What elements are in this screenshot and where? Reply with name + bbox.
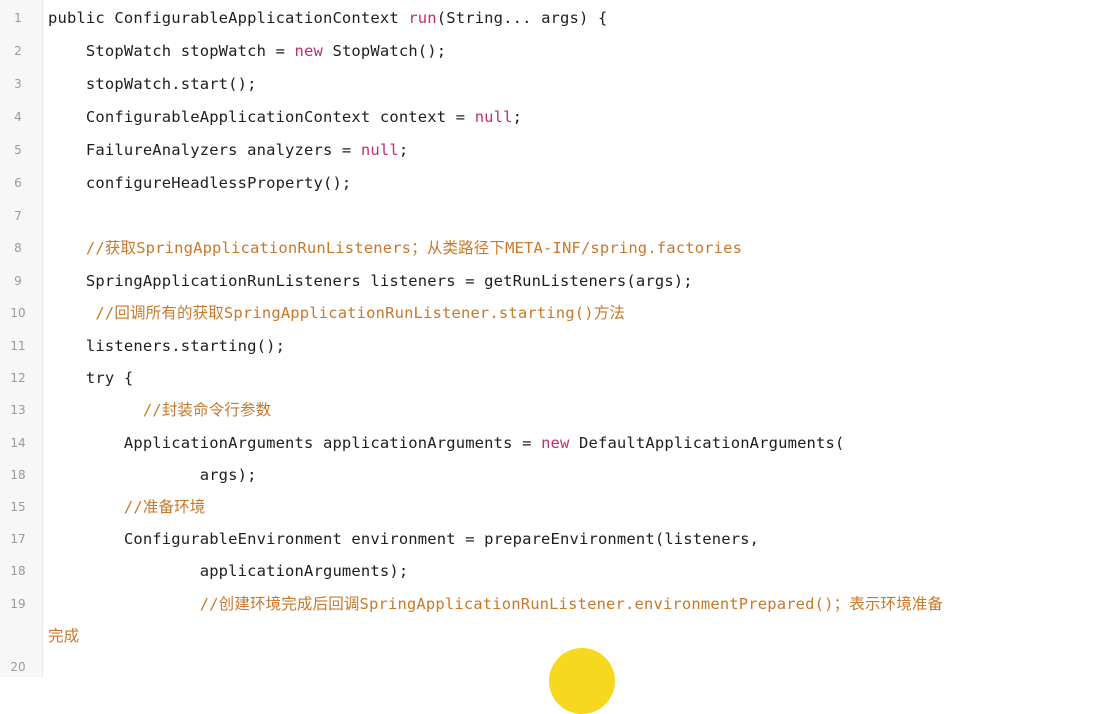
line-number: 19 <box>10 597 26 611</box>
line-number: 11 <box>10 339 26 353</box>
code-line[interactable]: 13 //封装命令行参数 <box>0 394 1115 426</box>
line-number <box>0 620 36 652</box>
code-text: args); <box>48 459 257 491</box>
code-segment: args); <box>48 466 257 484</box>
line-number: 18 <box>10 468 26 482</box>
code-line[interactable]: 5 FailureAnalyzers analyzers = null; <box>0 134 1115 166</box>
code-line[interactable]: 15 //准备环境 <box>0 491 1115 523</box>
code-text: StopWatch stopWatch = new StopWatch(); <box>48 35 446 67</box>
code-segment: StopWatch stopWatch = <box>48 42 295 60</box>
mouse-cursor-highlight <box>549 648 615 714</box>
code-segment: (String... args) { <box>436 9 608 27</box>
code-text: ConfigurableEnvironment environment = pr… <box>48 523 759 555</box>
code-line[interactable]: 18 args); <box>0 459 1115 491</box>
code-segment: SpringApplicationRunListeners listeners … <box>48 272 693 290</box>
code-line[interactable]: 3 stopWatch.start(); <box>0 68 1115 100</box>
line-number: 20 <box>10 660 26 674</box>
code-comment: //获取SpringApplicationRunListeners；从类路径下M… <box>48 239 743 257</box>
line-number: 14 <box>10 436 26 450</box>
code-segment: applicationArguments); <box>48 562 409 580</box>
line-number: 9 <box>14 274 22 288</box>
code-segment: ApplicationArguments applicationArgument… <box>48 434 542 452</box>
code-segment: ; <box>398 141 409 159</box>
code-segment: DefaultApplicationArguments( <box>569 434 845 452</box>
code-segment: configureHeadlessProperty(); <box>48 174 352 192</box>
code-segment: ConfigurableEnvironment environment = pr… <box>48 530 760 548</box>
code-line[interactable]: 6 configureHeadlessProperty(); <box>0 167 1115 199</box>
code-keyword: null <box>474 108 513 126</box>
line-number: 8 <box>14 241 22 255</box>
code-segment: FailureAnalyzers analyzers = <box>48 141 361 159</box>
code-line[interactable]: 10 //回调所有的获取SpringApplicationRunListener… <box>0 297 1115 329</box>
line-number: 2 <box>14 44 22 58</box>
code-text: FailureAnalyzers analyzers = null; <box>48 134 408 166</box>
code-comment: //创建环境完成后回调SpringApplicationRunListener.… <box>48 595 944 613</box>
code-keyword: new <box>294 42 323 60</box>
code-text: 完成 <box>48 620 79 652</box>
code-text: configureHeadlessProperty(); <box>48 167 351 199</box>
code-text: listeners.starting(); <box>48 330 285 362</box>
line-number: 3 <box>14 77 22 91</box>
code-line[interactable]: 19 //创建环境完成后回调SpringApplicationRunListen… <box>0 588 1115 620</box>
code-comment: 完成 <box>48 627 80 645</box>
code-line[interactable]: 14 ApplicationArguments applicationArgum… <box>0 427 1115 459</box>
code-segment: ; <box>512 108 523 126</box>
code-line[interactable]: 18 applicationArguments); <box>0 555 1115 587</box>
code-line[interactable]: 8 //获取SpringApplicationRunListeners；从类路径… <box>0 232 1115 264</box>
line-number: 6 <box>14 176 22 190</box>
code-line[interactable]: 9 SpringApplicationRunListeners listener… <box>0 265 1115 297</box>
code-line[interactable]: 7 <box>0 200 1115 232</box>
code-text: ConfigurableApplicationContext context =… <box>48 101 522 133</box>
code-text: try { <box>48 362 133 394</box>
code-segment: StopWatch(); <box>322 42 447 60</box>
code-segment: public ConfigurableApplicationContext <box>48 9 409 27</box>
code-text: applicationArguments); <box>48 555 408 587</box>
code-segment: stopWatch.start(); <box>48 75 257 93</box>
code-line[interactable]: 12 try { <box>0 362 1115 394</box>
line-number: 4 <box>14 110 22 124</box>
line-number: 17 <box>10 532 26 546</box>
line-number: 1 <box>14 11 22 25</box>
line-number: 15 <box>10 500 26 514</box>
code-keyword: run <box>408 9 437 27</box>
code-segment: ConfigurableApplicationContext context = <box>48 108 475 126</box>
code-text: //回调所有的获取SpringApplicationRunListener.st… <box>48 297 625 329</box>
code-line[interactable]: 11 listeners.starting(); <box>0 330 1115 362</box>
line-number: 7 <box>14 209 22 223</box>
code-text: SpringApplicationRunListeners listeners … <box>48 265 693 297</box>
code-line[interactable]: 完成 <box>0 620 1115 652</box>
code-line[interactable]: 4 ConfigurableApplicationContext context… <box>0 101 1115 133</box>
code-text: //获取SpringApplicationRunListeners；从类路径下M… <box>48 232 742 264</box>
code-segment: try { <box>48 369 134 387</box>
code-editor[interactable]: 1 public ConfigurableApplicationContext r… <box>0 0 1115 714</box>
code-text: stopWatch.start(); <box>48 68 257 100</box>
code-line[interactable]: 2 StopWatch stopWatch = new StopWatch(); <box>0 35 1115 67</box>
code-text: public ConfigurableApplicationContext ru… <box>48 2 607 34</box>
code-comment: //封装命令行参数 <box>48 401 272 419</box>
code-segment: listeners.starting(); <box>48 337 286 355</box>
code-text: ApplicationArguments applicationArgument… <box>48 427 845 459</box>
line-number: 5 <box>14 143 22 157</box>
code-text: //准备环境 <box>48 491 205 523</box>
line-number: 10 <box>10 306 26 320</box>
code-keyword: null <box>360 141 399 159</box>
code-keyword: new <box>541 434 570 452</box>
code-comment: //准备环境 <box>48 498 206 516</box>
line-number: 12 <box>10 371 26 385</box>
code-text: //创建环境完成后回调SpringApplicationRunListener.… <box>48 588 943 620</box>
line-number: 18 <box>10 564 26 578</box>
code-line[interactable]: 17 ConfigurableEnvironment environment =… <box>0 523 1115 555</box>
code-comment: //回调所有的获取SpringApplicationRunListener.st… <box>48 304 626 322</box>
code-line[interactable]: 1 public ConfigurableApplicationContext r… <box>0 2 1115 34</box>
line-number: 13 <box>10 403 26 417</box>
code-text: //封装命令行参数 <box>48 394 271 426</box>
